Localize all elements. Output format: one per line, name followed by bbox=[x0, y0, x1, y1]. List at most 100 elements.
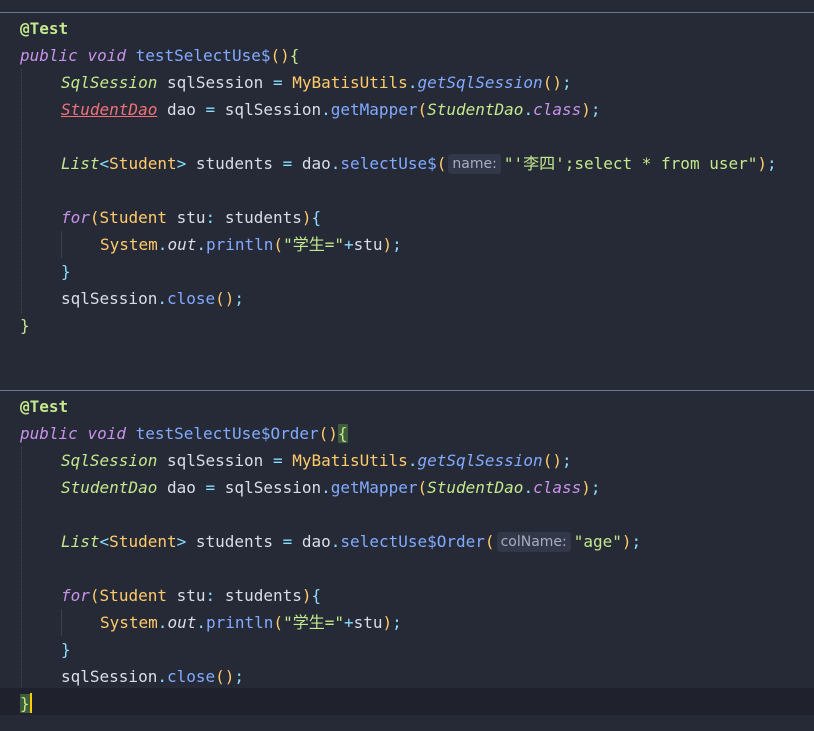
code-line[interactable]: sqlSession.close(); bbox=[61, 663, 244, 690]
code-line[interactable]: } bbox=[61, 636, 71, 663]
brace: { bbox=[289, 46, 300, 65]
paren: () bbox=[542, 451, 562, 470]
variable: dao bbox=[301, 154, 331, 173]
code-line[interactable]: @Test bbox=[20, 15, 68, 42]
code-line[interactable]: List<Student> students = dao.selectUse$(… bbox=[61, 150, 777, 177]
method-call: selectUse$Order bbox=[340, 532, 485, 551]
paren: () bbox=[215, 289, 235, 308]
dot: . bbox=[330, 532, 341, 551]
dot: . bbox=[321, 478, 331, 497]
class-name: System bbox=[100, 235, 158, 254]
code-line[interactable]: System.out.println("学生="+stu); bbox=[100, 231, 402, 258]
field-name: out bbox=[167, 235, 197, 254]
paren: ) bbox=[621, 532, 632, 551]
method-separator bbox=[0, 12, 814, 13]
operator: = bbox=[205, 478, 216, 497]
paren: ) bbox=[382, 235, 393, 254]
dot: . bbox=[407, 73, 418, 92]
code-line[interactable]: @Test bbox=[20, 393, 68, 420]
code-line[interactable]: StudentDao dao = sqlSession.getMapper(St… bbox=[61, 96, 601, 123]
method-call: getSqlSession bbox=[417, 73, 543, 92]
code-line[interactable]: List<Student> students = dao.selectUse$O… bbox=[61, 528, 641, 555]
code-line[interactable]: } bbox=[61, 258, 71, 285]
type-name: Student bbox=[99, 586, 167, 605]
brace: } bbox=[61, 640, 71, 659]
paren: ( bbox=[89, 586, 100, 605]
code-line[interactable]: System.out.println("学生="+stu); bbox=[100, 609, 402, 636]
operator: = bbox=[272, 451, 283, 470]
annotation: @Test bbox=[20, 19, 69, 38]
semicolon: ; bbox=[392, 235, 402, 254]
method-separator bbox=[0, 390, 814, 391]
angle-bracket: > bbox=[176, 154, 187, 173]
code-line[interactable]: } bbox=[20, 690, 32, 717]
variable: stu bbox=[176, 208, 206, 227]
variable: dao bbox=[301, 532, 331, 551]
type-name: SqlSession bbox=[61, 73, 158, 92]
operator: = bbox=[282, 532, 293, 551]
code-line[interactable]: SqlSession sqlSession = MyBatisUtils.get… bbox=[61, 447, 572, 474]
string-literal: "age" bbox=[573, 532, 622, 551]
brace: { bbox=[311, 208, 322, 227]
code-line[interactable]: public void testSelectUse$(){ bbox=[20, 42, 299, 69]
code-line[interactable]: } bbox=[20, 312, 30, 339]
indent-guide bbox=[21, 69, 22, 313]
code-line[interactable]: StudentDao dao = sqlSession.getMapper(St… bbox=[61, 474, 601, 501]
class-name: System bbox=[100, 613, 158, 632]
code-line[interactable]: for(Student stu: students){ bbox=[61, 582, 321, 609]
variable: stu bbox=[353, 235, 383, 254]
indent-guide bbox=[61, 231, 62, 258]
brace-matched: { bbox=[337, 424, 348, 443]
variable: sqlSession bbox=[224, 478, 322, 497]
type-name: List bbox=[61, 154, 100, 173]
keyword: class bbox=[533, 100, 582, 119]
dot: . bbox=[196, 613, 206, 632]
paren: () bbox=[270, 46, 290, 65]
variable: sqlSession bbox=[166, 451, 264, 470]
brace: { bbox=[311, 586, 322, 605]
annotation: @Test bbox=[20, 397, 69, 416]
code-line[interactable]: sqlSession.close(); bbox=[61, 285, 244, 312]
colon: : bbox=[205, 586, 216, 605]
semicolon: ; bbox=[234, 289, 245, 308]
code-line[interactable]: SqlSession sqlSession = MyBatisUtils.get… bbox=[61, 69, 572, 96]
code-line[interactable]: for(Student stu: students){ bbox=[61, 204, 321, 231]
keyword: public bbox=[20, 46, 78, 65]
class-name: MyBatisUtils bbox=[292, 73, 408, 92]
type-name-error[interactable]: StudentDao bbox=[61, 100, 157, 119]
operator: = bbox=[272, 73, 283, 92]
keyword: void bbox=[87, 424, 126, 443]
operator: = bbox=[282, 154, 293, 173]
variable: students bbox=[195, 154, 273, 173]
semicolon: ; bbox=[392, 613, 402, 632]
code-line[interactable]: public void testSelectUse$Order(){ bbox=[20, 420, 348, 447]
dot: . bbox=[321, 100, 331, 119]
method-call: println bbox=[205, 613, 274, 632]
type-name: StudentDao bbox=[61, 478, 158, 497]
variable: sqlSession bbox=[61, 289, 158, 308]
semicolon: ; bbox=[234, 667, 245, 686]
variable: dao bbox=[166, 478, 196, 497]
variable: dao bbox=[166, 100, 196, 119]
code-editor[interactable]: @Test public void testSelectUse$(){ SqlS… bbox=[0, 0, 814, 731]
paren: () bbox=[318, 424, 338, 443]
current-line-highlight bbox=[0, 688, 814, 715]
parameter-hint: name: bbox=[448, 154, 501, 174]
semicolon: ; bbox=[767, 154, 777, 173]
brace: } bbox=[20, 316, 30, 335]
string-literal: "'李四';select * from user" bbox=[503, 154, 758, 173]
paren: ) bbox=[301, 208, 312, 227]
paren: () bbox=[215, 667, 235, 686]
angle-bracket: < bbox=[99, 154, 110, 173]
paren: ( bbox=[484, 532, 495, 551]
variable: students bbox=[224, 586, 302, 605]
method-call: close bbox=[166, 667, 216, 686]
dot: . bbox=[157, 613, 168, 632]
text-caret bbox=[29, 693, 32, 713]
paren: ( bbox=[436, 154, 447, 173]
paren: ( bbox=[273, 613, 284, 632]
variable: students bbox=[195, 532, 273, 551]
operator: + bbox=[343, 613, 354, 632]
type-name: Student bbox=[109, 532, 177, 551]
keyword: void bbox=[87, 46, 126, 65]
